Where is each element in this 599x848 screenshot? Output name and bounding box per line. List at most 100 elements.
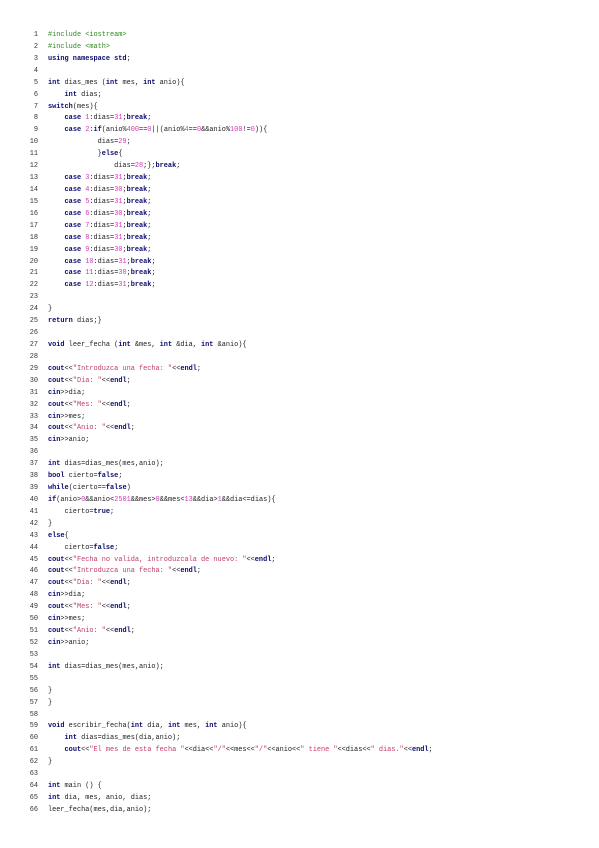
code-token: 400 [126,126,140,135]
code-token: "Mes: " [72,603,102,612]
code-token: ; [147,245,152,254]
code-line: 63 [28,769,433,781]
code-line: 29 cout<<"Introduzca una fecha: "<<endl; [28,364,433,376]
code-line: 32 cout<<"Mes: "<<endl; [28,400,433,412]
code-token: ||(anio% [151,126,185,135]
code-token: dias=dias_mes(mes,anio); [60,662,164,671]
code-line: 21 case 11:dias=30;break; [28,268,433,280]
code-token: 2501 [114,495,131,504]
code-token: <<dia<< [184,746,214,755]
code-line: 6 int dias; [28,90,433,102]
code-token: "/" [254,746,268,755]
code-token: int [167,722,181,731]
code-token: == [188,126,197,135]
code-token: &&mes< [159,495,185,504]
code-line: 43 else{ [28,531,433,543]
code-token: else [101,150,119,159]
code-token: mes, [118,78,144,87]
code-token: case [64,233,82,242]
code-token: ; [147,233,152,242]
code-token: "Introduzca una fecha: " [72,567,173,576]
code-token: void [48,340,65,349]
line-number: 64 [29,782,38,791]
line-number: 33 [29,412,38,421]
code-line: 50 cin>>mes; [28,614,433,626]
code-token: ; [147,221,152,230]
code-token: >>anio; [60,639,90,648]
code-token: (anio% [101,126,127,135]
code-token: endl [411,746,429,755]
line-number: 66 [29,805,38,814]
code-token: :dias= [89,174,115,183]
code-token: != [242,126,251,135]
code-token: cin [48,388,61,397]
code-line: 27 void leer_fecha (int &mes, int &dia, i… [28,340,433,352]
code-line: 61 cout<<"El mes de esta fecha "<<dia<<"… [28,745,433,757]
code-line: 30 cout<<"Dia: "<<endl; [28,376,433,388]
code-token: cout [48,400,65,409]
line-number: 21 [29,269,38,278]
code-token: :dias= [89,221,115,230]
code-token: << [64,364,73,373]
code-line: 51 cout<<"Anio: "<<endl; [28,626,433,638]
line-number: 59 [29,722,38,731]
code-token: cout [64,746,82,755]
code-token: ; [151,281,156,290]
code-token: endl [254,555,272,564]
code-line: 64 int main () { [28,781,433,793]
line-number: 12 [29,162,38,171]
code-token: case [64,197,82,206]
code-token: mes, [180,722,206,731]
code-token: ; [147,209,152,218]
code-token: false [93,543,115,552]
code-token: int [130,722,144,731]
line-number: 60 [29,734,38,743]
code-token: ; [176,162,181,171]
code-line: 31 cin>>dia; [28,388,433,400]
code-token: :dias= [93,281,119,290]
code-token: break [126,185,148,194]
code-line: 38 bool cierto=false; [28,471,433,483]
code-line: 3 using namespace std; [28,54,433,66]
code-token: "Anio: " [72,424,106,433]
code-token: break [155,162,177,171]
code-token: " dias." [370,746,404,755]
code-token: return [48,317,73,326]
code-token: << [64,579,73,588]
code-token: (anio> [56,495,82,504]
code-token: false [105,484,127,493]
code-token: break [126,245,148,254]
code-token: 28 [134,162,144,171]
code-token: dias;} [72,317,102,326]
code-token: int [64,90,77,99]
code-token: << [101,400,111,409]
line-number: 18 [29,233,38,242]
code-token: &anio){ [213,340,247,349]
code-token: break [130,257,152,266]
line-number: 11 [29,150,38,159]
code-token: ; [151,257,156,266]
code-token: ; [114,543,119,552]
code-line: 41 cierto=true; [28,507,433,519]
code-token: << [64,400,73,409]
code-token: :dias= [93,269,119,278]
line-number: 8 [33,114,38,123]
code-line: 58 [28,710,433,722]
code-line: 46 cout<<"Introduzca una fecha: "<<endl; [28,566,433,578]
code-token: << [105,627,115,636]
code-token: true [93,507,111,516]
code-token: break [126,197,148,206]
code-token: } [48,305,53,314]
code-line: 15 case 5:dias=31;break; [28,197,433,209]
code-token: int [64,734,77,743]
code-line: 66 leer_fecha(mes,dia,anio); [28,805,433,817]
code-token: int [48,662,61,671]
line-number: 62 [29,758,38,767]
line-number: 57 [29,698,38,707]
code-token: cout [48,579,65,588]
code-token: ; [428,746,433,755]
